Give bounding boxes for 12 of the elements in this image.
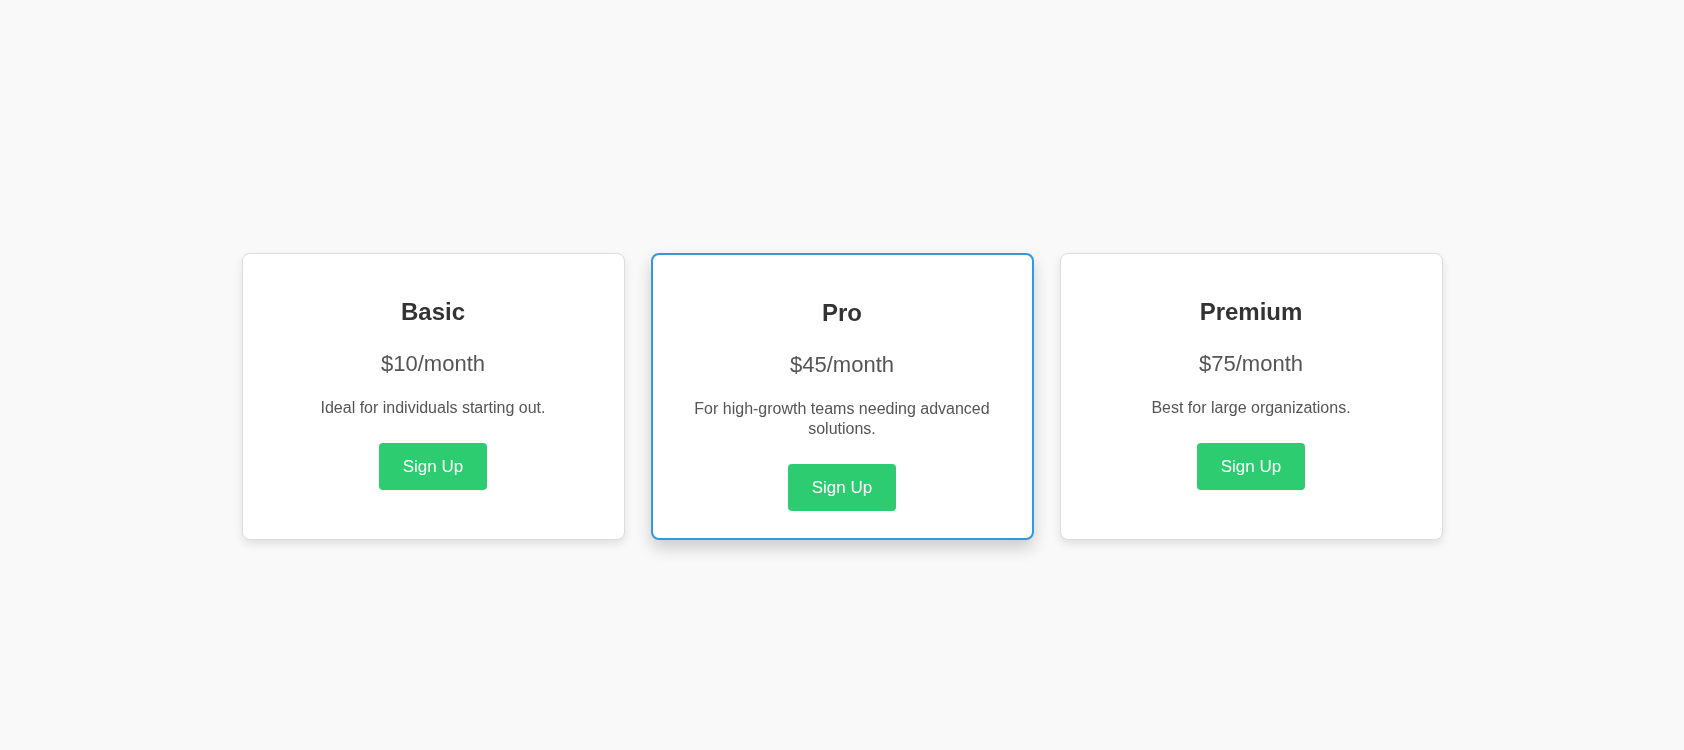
plan-description: Best for large organizations. — [1151, 398, 1351, 418]
sign-up-button[interactable]: Sign Up — [1196, 443, 1306, 490]
sign-up-button[interactable]: Sign Up — [378, 443, 488, 490]
plan-price: $75/month — [1199, 351, 1303, 377]
plan-title: Pro — [822, 299, 862, 327]
plan-description: Ideal for individuals starting out. — [320, 398, 546, 418]
plan-price: $10/month — [381, 351, 485, 377]
plan-title: Basic — [400, 298, 465, 326]
plan-title: Premium — [1199, 298, 1303, 326]
plan-description: For high-growth teams needing advanced solutions. — [693, 399, 991, 439]
sign-up-button[interactable]: Sign Up — [787, 464, 897, 511]
plan-price: $45/month — [790, 352, 894, 378]
